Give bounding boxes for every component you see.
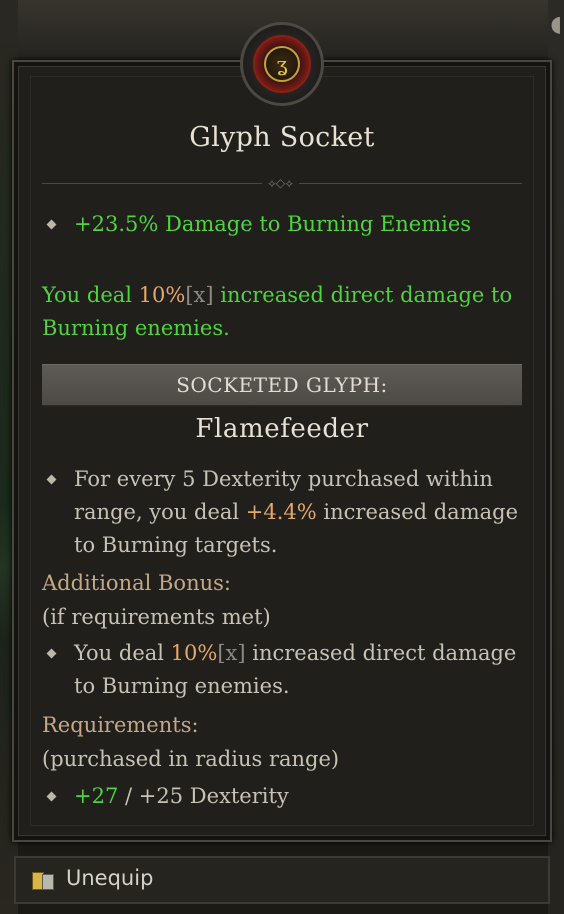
partial-glyph-icon: ◖ (550, 12, 562, 37)
requirements-value: +27 / +25 Dexterity (74, 784, 289, 808)
unequip-label: Unequip (66, 866, 154, 890)
glyph-effect-line-2: range, you deal +4.4% increased damage (74, 500, 519, 524)
glyph-name: Flamefeeder (195, 414, 369, 444)
medallion-ring: ʓ (253, 35, 311, 93)
requirements-note: (purchased in radius range) (42, 747, 340, 771)
glyph-rune-icon: ʓ (264, 46, 300, 82)
affix-line: +23.5% Damage to Burning Enemies (74, 212, 472, 236)
glyph-effect-line-1: For every 5 Dexterity purchased within (74, 467, 493, 491)
additional-bonus-note: (if requirements met) (42, 605, 271, 629)
socket-bonus-line-1: You deal 10%[x] increased direct damage … (42, 283, 513, 307)
additional-bonus-line-2: to Burning enemies. (74, 674, 290, 698)
additional-bonus-line-1: You deal 10%[x] increased direct damage (74, 641, 517, 665)
glyph-medallion: ʓ (240, 22, 324, 106)
keybind-icon (32, 870, 54, 890)
glyph-effect-line-3: to Burning targets. (74, 533, 278, 557)
divider-ornament-icon: ⟡◇⟡ (262, 176, 300, 191)
socket-bonus-line-2: Burning enemies. (42, 316, 230, 340)
unequip-button[interactable]: Unequip (18, 862, 188, 900)
tooltip-title: Glyph Socket (189, 122, 375, 153)
socketed-glyph-header: SOCKETED GLYPH: (42, 364, 522, 406)
additional-bonus-heading: Additional Bonus: (42, 571, 231, 595)
requirements-heading: Requirements: (42, 713, 199, 737)
